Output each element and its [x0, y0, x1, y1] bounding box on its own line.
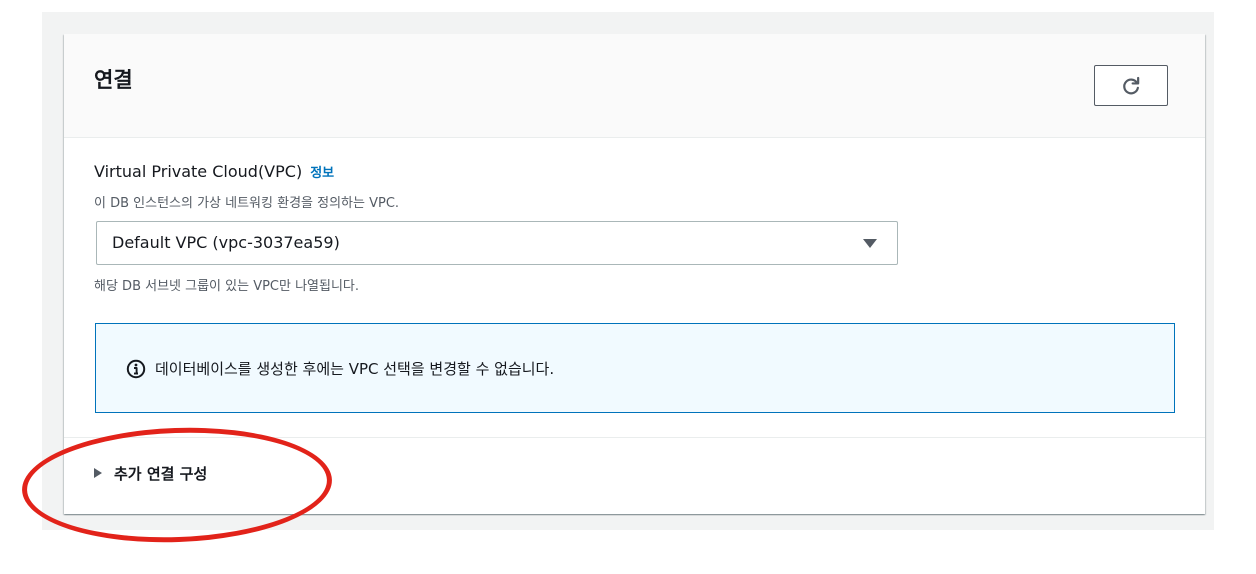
connectivity-panel: 연결 Virtual Private Cloud(VPC) 정보 이 DB 인스턴…	[64, 34, 1205, 514]
panel-title: 연결	[94, 68, 133, 92]
panel-header: 연결	[64, 34, 1205, 138]
vpc-field-label: Virtual Private Cloud(VPC) 정보	[94, 162, 334, 181]
refresh-icon	[1123, 76, 1140, 94]
caret-right-icon	[94, 468, 102, 478]
section-divider	[64, 437, 1205, 438]
vpc-select[interactable]: Default VPC (vpc-3037ea59)	[96, 221, 898, 265]
vpc-select-value: Default VPC (vpc-3037ea59)	[112, 233, 340, 252]
caret-down-icon	[863, 239, 877, 248]
info-link[interactable]: 정보	[310, 166, 334, 181]
alert-text: 데이터베이스를 생성한 후에는 VPC 선택을 변경할 수 없습니다.	[155, 360, 555, 378]
refresh-button[interactable]	[1094, 65, 1168, 106]
vpc-constraint-text: 해당 DB 서브넷 그룹이 있는 VPC만 나열됩니다.	[94, 279, 360, 294]
additional-config-expander[interactable]: 추가 연결 구성	[94, 461, 207, 485]
expander-label: 추가 연결 구성	[114, 464, 208, 483]
vpc-label-text: Virtual Private Cloud(VPC)	[94, 162, 303, 181]
info-icon	[126, 359, 146, 379]
vpc-field-description: 이 DB 인스턴스의 가상 네트워킹 환경을 정의하는 VPC.	[94, 196, 400, 211]
info-alert: 데이터베이스를 생성한 후에는 VPC 선택을 변경할 수 없습니다.	[95, 323, 1175, 413]
